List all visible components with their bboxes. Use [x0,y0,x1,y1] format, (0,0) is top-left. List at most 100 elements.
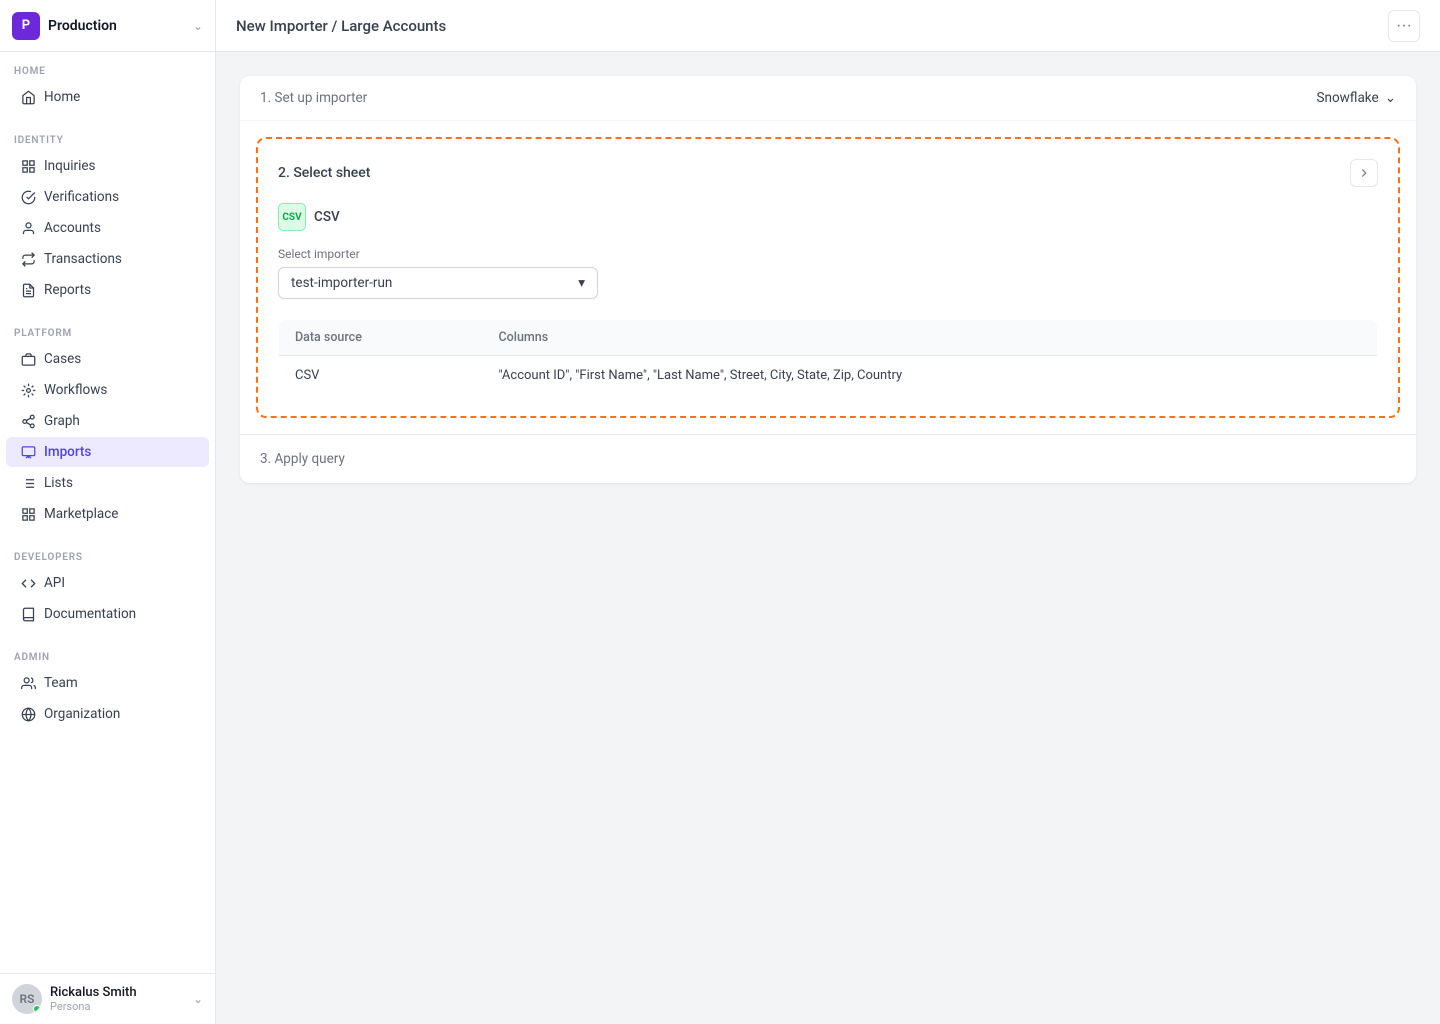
sidebar-item-cases[interactable]: Cases [6,344,209,374]
importer-card: 1. Set up importer Snowflake ⌄ 2. Select… [240,76,1416,483]
team-icon [20,675,36,691]
sidebar-section-label-admin: ADMIN [0,646,215,667]
step2-label: 2. Select sheet [278,165,370,181]
sidebar-item-label: Lists [44,475,73,491]
user-name: Rickalus Smith [50,985,137,1000]
user-chevron-icon: ⌄ [193,992,203,1006]
sidebar-item-label: Cases [44,351,81,367]
step1-header: 1. Set up importer Snowflake ⌄ [240,76,1416,121]
sidebar-item-team[interactable]: Team [6,668,209,698]
sidebar-section-label-identity: IDENTITY [0,129,215,150]
sidebar-header[interactable]: P Production ⌄ [0,0,215,52]
home-icon [20,89,36,105]
dropdown-chevron-icon: ▾ [578,275,585,291]
sidebar-section-label-home: HOME [0,60,215,81]
sidebar-item-label: Reports [44,282,91,298]
topbar-actions: ··· [1388,10,1420,42]
sidebar-item-label: Organization [44,706,120,722]
importer-select[interactable]: test-importer-run ▾ [278,267,598,299]
cell-data-source: CSV [279,356,483,396]
sidebar: P Production ⌄ HOME Home IDENTITY Inquir… [0,0,216,1024]
sidebar-section-home: HOME Home [0,52,215,121]
sidebar-section-admin: ADMIN Team Organization [0,638,215,738]
user-profile[interactable]: RS Rickalus Smith Persona [12,984,137,1014]
selected-importer-value: test-importer-run [291,275,392,291]
sidebar-item-api[interactable]: API [6,568,209,598]
sidebar-section-identity: IDENTITY Inquiries Verifications Account… [0,121,215,314]
csv-icon: CSV [278,203,306,231]
user-text: Rickalus Smith Persona [50,985,137,1013]
sidebar-item-marketplace[interactable]: Marketplace [6,499,209,529]
sidebar-item-label: Marketplace [44,506,118,522]
step2-title: 2. Select sheet [278,159,1378,187]
inquiries-icon [20,158,36,174]
documentation-icon [20,606,36,622]
accounts-icon [20,220,36,236]
sidebar-item-label: Transactions [44,251,122,267]
sidebar-item-inquiries[interactable]: Inquiries [6,151,209,181]
user-status-dot [33,1005,41,1013]
chevron-down-icon: ⌄ [193,19,203,33]
app-icon: P [12,12,40,40]
chevron-down-icon: ⌄ [1385,90,1396,106]
step1-label: 1. Set up importer [260,90,367,106]
sidebar-item-organization[interactable]: Organization [6,699,209,729]
sidebar-item-label: Documentation [44,606,136,622]
imports-icon [20,444,36,460]
sidebar-item-label: API [44,575,65,591]
sidebar-item-home[interactable]: Home [6,82,209,112]
step3-label: 3. Apply query [260,451,345,467]
graph-icon [20,413,36,429]
more-options-button[interactable]: ··· [1388,10,1420,42]
select-importer-label: Select importer [278,247,1378,261]
cases-icon [20,351,36,367]
data-source-table: Data source Columns CSV "Account ID", "F… [278,319,1378,396]
table-row: CSV "Account ID", "First Name", "Last Na… [279,356,1378,396]
sidebar-section-developers: DEVELOPERS API Documentation [0,538,215,638]
col-header-columns: Columns [483,320,1378,356]
reports-icon [20,282,36,298]
sidebar-section-platform: PLATFORM Cases Workflows Graph Imports [0,314,215,538]
app-switcher[interactable]: P Production [12,12,117,40]
sidebar-item-documentation[interactable]: Documentation [6,599,209,629]
app-name: Production [48,18,117,34]
sidebar-item-graph[interactable]: Graph [6,406,209,436]
sidebar-item-workflows[interactable]: Workflows [6,375,209,405]
sidebar-item-label: Workflows [44,382,107,398]
marketplace-icon [20,506,36,522]
api-icon [20,575,36,591]
sidebar-item-label: Imports [44,444,91,460]
topbar: New Importer / Large Accounts ··· [216,0,1440,52]
csv-text: CSV [314,209,340,225]
main-content: New Importer / Large Accounts ··· 1. Set… [216,0,1440,1024]
sidebar-section-label-platform: PLATFORM [0,322,215,343]
workflows-icon [20,382,36,398]
lists-icon [20,475,36,491]
sidebar-item-imports[interactable]: Imports [6,437,209,467]
sidebar-item-accounts[interactable]: Accounts [6,213,209,243]
cell-columns: "Account ID", "First Name", "Last Name",… [483,356,1378,396]
avatar: RS [12,984,42,1014]
step3-header: 3. Apply query [240,434,1416,483]
sidebar-item-lists[interactable]: Lists [6,468,209,498]
sidebar-section-label-developers: DEVELOPERS [0,546,215,567]
verifications-icon [20,189,36,205]
step2-expand-button[interactable] [1350,159,1378,187]
sidebar-item-label: Team [44,675,78,691]
page-title: New Importer / Large Accounts [236,17,446,35]
step1-connector[interactable]: Snowflake ⌄ [1316,90,1396,106]
step2-container: 2. Select sheet CSV CSV Select importer … [256,137,1400,418]
step1-connector-name: Snowflake [1316,90,1378,106]
sidebar-item-verifications[interactable]: Verifications [6,182,209,212]
sidebar-item-label: Home [44,89,80,105]
sidebar-item-reports[interactable]: Reports [6,275,209,305]
col-header-data-source: Data source [279,320,483,356]
sidebar-item-label: Inquiries [44,158,96,174]
transactions-icon [20,251,36,267]
csv-label-row: CSV CSV [278,203,1378,231]
sidebar-item-label: Verifications [44,189,119,205]
sidebar-item-label: Graph [44,413,80,429]
organization-icon [20,706,36,722]
sidebar-item-transactions[interactable]: Transactions [6,244,209,274]
sidebar-footer: RS Rickalus Smith Persona ⌄ [0,973,215,1024]
